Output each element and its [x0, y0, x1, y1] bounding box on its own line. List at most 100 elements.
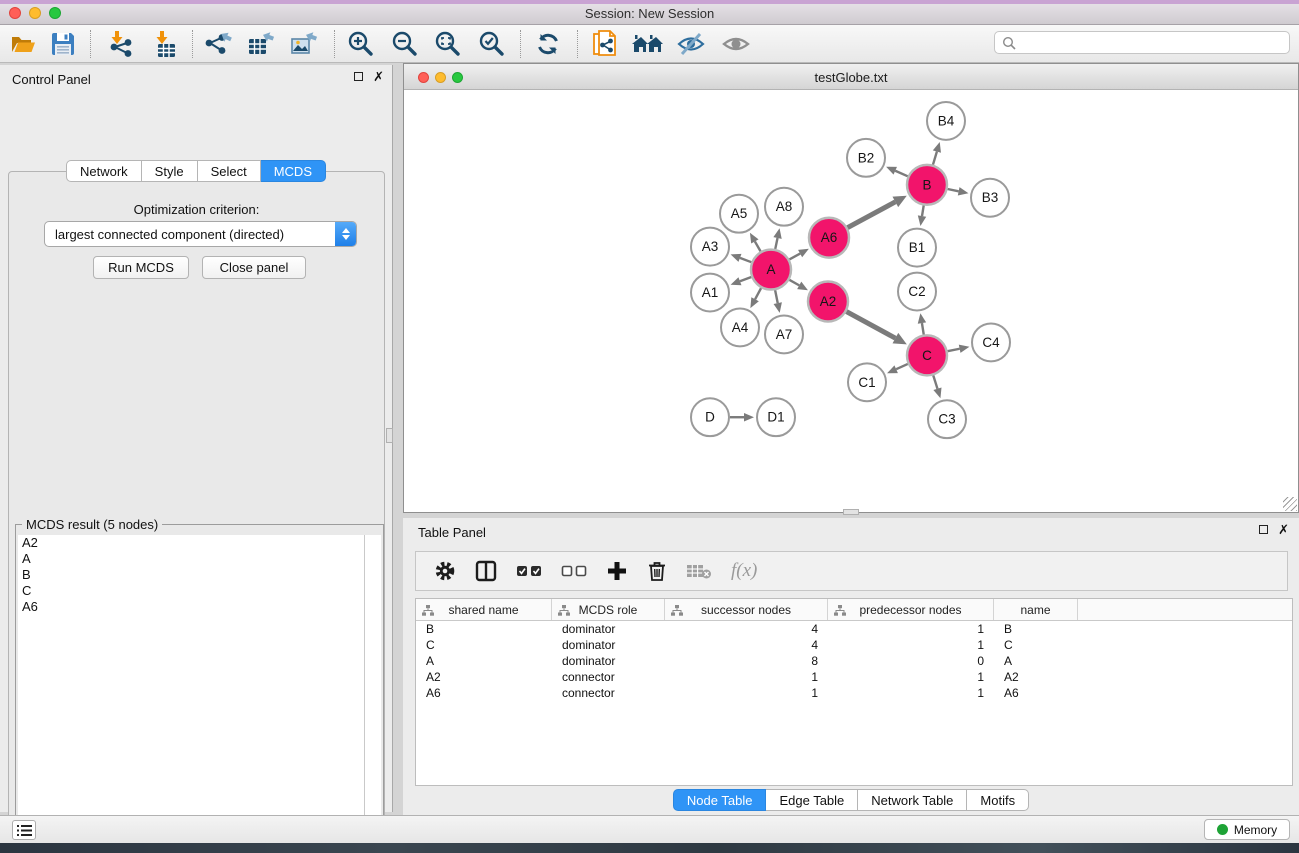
- graph-edge-C-C2[interactable]: [922, 323, 924, 335]
- tab-mcds[interactable]: MCDS: [261, 160, 326, 182]
- tab-network[interactable]: Network: [66, 160, 142, 182]
- zoom-selected-icon[interactable]: [475, 28, 509, 60]
- window-resize-grip[interactable]: [1283, 497, 1297, 511]
- float-panel-icon[interactable]: [354, 72, 363, 81]
- new-session-icon[interactable]: [588, 28, 622, 60]
- show-column-icon[interactable]: [475, 557, 497, 585]
- tab-motifs[interactable]: Motifs: [967, 789, 1029, 811]
- column-header-shared-name[interactable]: shared name: [416, 599, 552, 620]
- graph-node-label: C3: [938, 412, 955, 427]
- graph-edge-A-A8[interactable]: [775, 238, 777, 249]
- graph-edge-B-B4[interactable]: [933, 152, 937, 165]
- result-list-item[interactable]: A6: [18, 599, 364, 615]
- deselect-all-icon[interactable]: [561, 557, 587, 585]
- table-toolbar: f(x): [415, 551, 1288, 591]
- graph-edge-B-B3[interactable]: [948, 189, 959, 191]
- table-cell: A6: [416, 685, 552, 701]
- add-column-icon[interactable]: [606, 557, 628, 585]
- column-header-successor-nodes[interactable]: successor nodes: [665, 599, 828, 620]
- graph-edge-A-A6[interactable]: [789, 254, 800, 260]
- search-icon: [1002, 36, 1016, 50]
- table-cell: 8: [665, 653, 828, 669]
- refresh-icon[interactable]: [531, 28, 565, 60]
- network-graph: AA1A2A3A4A5A6A7A8BB1B2B3B4CC1C2C3C4DD1: [404, 90, 1298, 512]
- tab-network-table[interactable]: Network Table: [858, 789, 967, 811]
- import-table-icon[interactable]: [149, 28, 183, 60]
- import-network-icon[interactable]: [104, 28, 138, 60]
- control-panel: Control Panel ✗ NetworkStyleSelectMCDS O…: [0, 65, 392, 812]
- graph-edge-A-A5[interactable]: [755, 241, 761, 251]
- zoom-out-icon[interactable]: [388, 28, 422, 60]
- table-cell: A2: [994, 669, 1078, 685]
- show-icon[interactable]: [719, 28, 753, 60]
- graph-node-label: A6: [821, 230, 838, 245]
- memory-button[interactable]: Memory: [1204, 819, 1290, 840]
- close-panel-button[interactable]: Close panel: [202, 256, 306, 279]
- toolbar-separator: [520, 30, 521, 58]
- result-list-scrollbar[interactable]: [364, 535, 381, 853]
- optimization-criterion-label: Optimization criterion:: [9, 202, 384, 217]
- delete-column-icon[interactable]: [647, 557, 667, 585]
- search-field[interactable]: [994, 31, 1290, 54]
- zoom-fit-icon[interactable]: [431, 28, 465, 60]
- select-all-icon[interactable]: [516, 557, 542, 585]
- column-header-MCDS-role[interactable]: MCDS role: [552, 599, 665, 620]
- memory-label: Memory: [1234, 823, 1277, 837]
- task-history-button[interactable]: [12, 820, 36, 840]
- graph-edge-B-B1[interactable]: [922, 205, 924, 216]
- graph-edge-A6-B[interactable]: [847, 202, 895, 228]
- result-list-item[interactable]: C: [18, 583, 364, 599]
- column-header-predecessor-nodes[interactable]: predecessor nodes: [828, 599, 994, 620]
- graph-edge-A-A2[interactable]: [789, 280, 799, 286]
- table-row[interactable]: A2connector11A2: [416, 669, 1292, 685]
- float-panel-icon[interactable]: [1259, 525, 1268, 534]
- graph-edge-C-C1[interactable]: [896, 364, 908, 369]
- table-row[interactable]: Cdominator41C: [416, 637, 1292, 653]
- tab-style[interactable]: Style: [142, 160, 198, 182]
- result-list-item[interactable]: B: [18, 567, 364, 583]
- network-window-titlebar[interactable]: testGlobe.txt: [404, 64, 1298, 90]
- export-image-icon[interactable]: [287, 28, 321, 60]
- run-mcds-button[interactable]: Run MCDS: [93, 256, 189, 279]
- network-canvas[interactable]: AA1A2A3A4A5A6A7A8BB1B2B3B4CC1C2C3C4DD1: [404, 90, 1298, 512]
- graph-edge-B-B2[interactable]: [895, 171, 908, 177]
- chevron-up-down-icon: [335, 222, 356, 246]
- title-bar: Session: New Session: [0, 0, 1299, 25]
- table-cell: C: [994, 637, 1078, 653]
- table-cell: B: [994, 621, 1078, 637]
- graph-edge-A-A1[interactable]: [740, 277, 751, 281]
- save-icon[interactable]: [46, 28, 80, 60]
- mcds-result-title: MCDS result (5 nodes): [22, 517, 162, 532]
- table-row[interactable]: A6connector11A6: [416, 685, 1292, 701]
- export-network-icon[interactable]: [201, 28, 235, 60]
- graph-edge-A2-C[interactable]: [846, 312, 895, 339]
- status-bar: Memory: [0, 815, 1299, 843]
- zoom-in-icon[interactable]: [344, 28, 378, 60]
- table-settings-gear-icon[interactable]: [434, 557, 456, 585]
- table-row[interactable]: Bdominator41B: [416, 621, 1292, 637]
- horizontal-divider-handle[interactable]: [843, 509, 859, 515]
- tab-edge-table[interactable]: Edge Table: [766, 789, 858, 811]
- graph-edge-C-C4[interactable]: [948, 349, 960, 351]
- graph-edge-A-A4[interactable]: [755, 288, 761, 299]
- result-list-item[interactable]: A: [18, 551, 364, 567]
- hide-icon[interactable]: [674, 28, 708, 60]
- close-panel-icon[interactable]: ✗: [1278, 525, 1289, 534]
- close-panel-icon[interactable]: ✗: [373, 72, 384, 81]
- tab-select[interactable]: Select: [198, 160, 261, 182]
- graph-edge-A-A7[interactable]: [775, 290, 778, 303]
- table-row[interactable]: Adominator80A: [416, 653, 1292, 669]
- search-input[interactable]: [1020, 32, 1289, 53]
- table-cell: connector: [552, 669, 665, 685]
- export-table-icon[interactable]: [244, 28, 278, 60]
- column-header-name[interactable]: name: [994, 599, 1078, 620]
- graph-edge-A-A3[interactable]: [740, 258, 751, 262]
- optimization-criterion-select[interactable]: largest connected component (directed): [44, 221, 357, 247]
- graph-edge-C-C3[interactable]: [933, 375, 937, 388]
- home-icon[interactable]: [631, 28, 665, 60]
- open-folder-icon[interactable]: [6, 28, 40, 60]
- node-table[interactable]: shared nameMCDS rolesuccessor nodesprede…: [415, 598, 1293, 786]
- vertical-divider-handle[interactable]: [386, 428, 393, 443]
- tab-node-table[interactable]: Node Table: [673, 789, 767, 811]
- result-list-item[interactable]: A2: [18, 535, 364, 551]
